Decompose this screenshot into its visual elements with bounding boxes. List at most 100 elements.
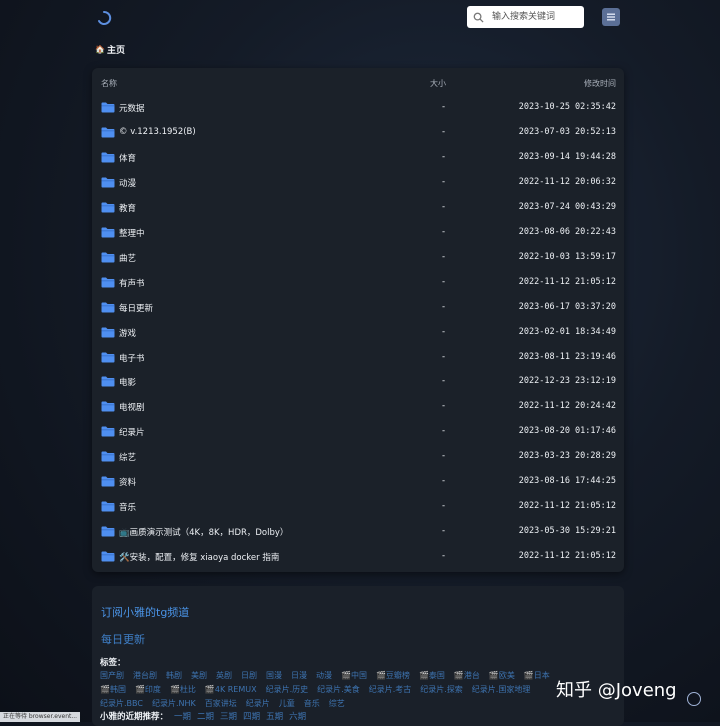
file-name[interactable]: 教育 — [119, 202, 136, 214]
file-name[interactable]: 电子书 — [119, 352, 145, 364]
table-row[interactable]: 元数据 - 2023-10-25 02:35:42 — [92, 95, 624, 120]
table-row[interactable]: 音乐 - 2022-11-12 21:05:12 — [92, 494, 624, 519]
table-row[interactable]: 电影 - 2022-12-23 23:12:19 — [92, 369, 624, 394]
tag-link[interactable]: 日漫 — [291, 671, 307, 680]
table-row[interactable]: © v.1213.1952(B) - 2023-07-03 20:52:13 — [92, 120, 624, 145]
column-name-header[interactable]: 名称 — [101, 78, 117, 89]
folder-icon — [101, 202, 115, 213]
tag-link[interactable]: 纪录片.美食 — [317, 685, 360, 694]
file-modified: 2022-11-12 21:05:12 — [518, 551, 616, 562]
folder-icon — [101, 352, 115, 362]
daily-update-heading[interactable]: 每日更新 — [101, 631, 145, 647]
recommendation-link[interactable]: 一期 — [174, 712, 191, 722]
file-name[interactable]: 🛠️安装，配置，修复 xiaoya docker 指南 — [119, 551, 279, 563]
tag-link[interactable]: 儿童 — [279, 699, 295, 708]
table-row[interactable]: 体育 - 2023-09-14 19:44:28 — [92, 145, 624, 170]
file-name[interactable]: © v.1213.1952(B) — [119, 127, 196, 137]
column-modified-header[interactable]: 修改时间 — [584, 78, 616, 89]
tag-link[interactable]: 韩剧 — [166, 671, 182, 680]
table-row[interactable]: 每日更新 - 2023-06-17 03:37:20 — [92, 295, 624, 320]
file-modified: 2023-10-25 02:35:42 — [518, 102, 616, 112]
recent-label: 小雅的近期推荐： — [100, 712, 169, 722]
table-header: 名称 大小 修改时间 — [92, 68, 624, 96]
tag-link[interactable]: 纪录片.考古 — [369, 685, 412, 694]
file-size: - — [442, 151, 446, 162]
folder-icon — [101, 426, 115, 437]
table-row[interactable]: 电视剧 - 2022-11-12 20:24:42 — [92, 394, 624, 419]
tag-link[interactable]: 纪录片.NHK — [152, 699, 196, 708]
folder-icon — [101, 127, 115, 138]
tag-link[interactable]: 🎬泰国 — [419, 671, 445, 680]
file-name[interactable]: 纪录片 — [119, 426, 145, 438]
column-size-header[interactable]: 大小 — [430, 78, 446, 89]
file-name[interactable]: 动漫 — [119, 177, 136, 189]
tag-link[interactable]: 🎬杜比 — [170, 685, 196, 694]
tag-link[interactable]: 🎬印度 — [135, 685, 161, 694]
tag-link[interactable]: 国漫 — [266, 671, 282, 680]
tag-link[interactable]: 纪录片.历史 — [266, 685, 309, 694]
tag-link[interactable]: 纪录片.BBC — [100, 699, 143, 708]
tag-link[interactable]: 国产剧 — [100, 671, 124, 680]
tag-link[interactable]: 动漫 — [316, 671, 332, 680]
file-name[interactable]: 游戏 — [119, 327, 136, 339]
file-name[interactable]: 体育 — [119, 152, 136, 164]
folder-icon — [101, 526, 115, 537]
table-row[interactable]: 动漫 - 2022-11-12 20:06:32 — [92, 170, 624, 195]
tg-channel-link[interactable]: 订阅小雅的tg频道 — [101, 604, 189, 620]
file-name[interactable]: 电影 — [119, 376, 136, 388]
table-row[interactable]: 教育 - 2023-07-24 00:43:29 — [92, 195, 624, 220]
recommendation-link[interactable]: 二期 — [197, 712, 214, 722]
file-name[interactable]: 有声书 — [119, 277, 145, 289]
table-row[interactable]: 🛠️安装，配置，修复 xiaoya docker 指南 - 2022-11-12 2… — [92, 544, 624, 569]
recommendation-link[interactable]: 五期 — [266, 712, 283, 722]
file-name[interactable]: 资料 — [119, 476, 136, 488]
breadcrumb[interactable]: 🏠 主页 — [95, 43, 125, 56]
recommendation-link[interactable]: 三期 — [220, 712, 237, 722]
breadcrumb-home[interactable]: 主页 — [107, 43, 125, 56]
table-row[interactable]: 曲艺 - 2022-10-03 13:59:17 — [92, 245, 624, 270]
file-name[interactable]: 电视剧 — [119, 401, 145, 413]
tag-link[interactable]: 纪录片 — [246, 699, 270, 708]
file-name[interactable]: 曲艺 — [119, 252, 136, 264]
folder-icon — [101, 177, 115, 188]
file-name[interactable]: 整理中 — [119, 227, 145, 239]
tag-link[interactable]: 日剧 — [241, 671, 257, 680]
tag-link[interactable]: 🎬4K REMUX — [205, 685, 257, 694]
file-name[interactable]: 📺画质演示测试（4K，8K，HDR，Dolby） — [119, 526, 288, 538]
tag-link[interactable]: 英剧 — [216, 671, 232, 680]
table-row[interactable]: 电子书 - 2023-08-11 23:19:46 — [92, 345, 624, 370]
table-row[interactable]: 游戏 - 2023-02-01 18:34:49 — [92, 320, 624, 345]
tag-link[interactable]: 音乐 — [304, 699, 320, 708]
tag-link[interactable]: 百家讲坛 — [205, 699, 237, 708]
table-row[interactable]: 整理中 - 2023-08-06 20:22:43 — [92, 220, 624, 245]
floating-action-button[interactable] — [687, 692, 701, 706]
recommendation-link[interactable]: 四期 — [243, 712, 260, 722]
search-box[interactable] — [467, 6, 584, 28]
tag-link[interactable]: 综艺 — [329, 699, 345, 708]
tag-link[interactable]: 🎬豆瓣榜 — [376, 671, 410, 680]
tag-link[interactable]: 🎬韩国 — [100, 685, 126, 694]
file-name[interactable]: 综艺 — [119, 451, 136, 463]
tag-link[interactable]: 🎬欧美 — [489, 671, 515, 680]
tag-link[interactable]: 港台剧 — [133, 671, 157, 680]
file-size: - — [442, 351, 446, 362]
table-row[interactable]: 资料 - 2023-08-16 17:44:25 — [92, 469, 624, 494]
search-input[interactable] — [490, 11, 572, 23]
folder-icon — [101, 476, 115, 487]
file-name[interactable]: 音乐 — [119, 501, 136, 513]
recommendation-link[interactable]: 六期 — [289, 712, 306, 722]
tag-link[interactable]: 美剧 — [191, 671, 207, 680]
table-row[interactable]: 综艺 - 2023-03-23 20:28:29 — [92, 444, 624, 469]
file-name[interactable]: 每日更新 — [119, 302, 153, 314]
tag-link[interactable]: 纪录片.国家地理 — [472, 685, 531, 694]
table-row[interactable]: 📺画质演示测试（4K，8K，HDR，Dolby） - 2023-05-30 15:2… — [92, 519, 624, 544]
tag-link[interactable]: 🎬日本 — [524, 671, 550, 680]
file-size: - — [442, 476, 446, 487]
tag-link[interactable]: 纪录片.探索 — [420, 685, 463, 694]
menu-button[interactable] — [602, 8, 620, 26]
tag-link[interactable]: 🎬港台 — [454, 671, 480, 680]
table-row[interactable]: 有声书 - 2022-11-12 21:05:12 — [92, 270, 624, 295]
tag-link[interactable]: 🎬中国 — [341, 671, 367, 680]
file-name[interactable]: 元数据 — [119, 102, 145, 114]
table-row[interactable]: 纪录片 - 2023-08-20 01:17:46 — [92, 419, 624, 444]
